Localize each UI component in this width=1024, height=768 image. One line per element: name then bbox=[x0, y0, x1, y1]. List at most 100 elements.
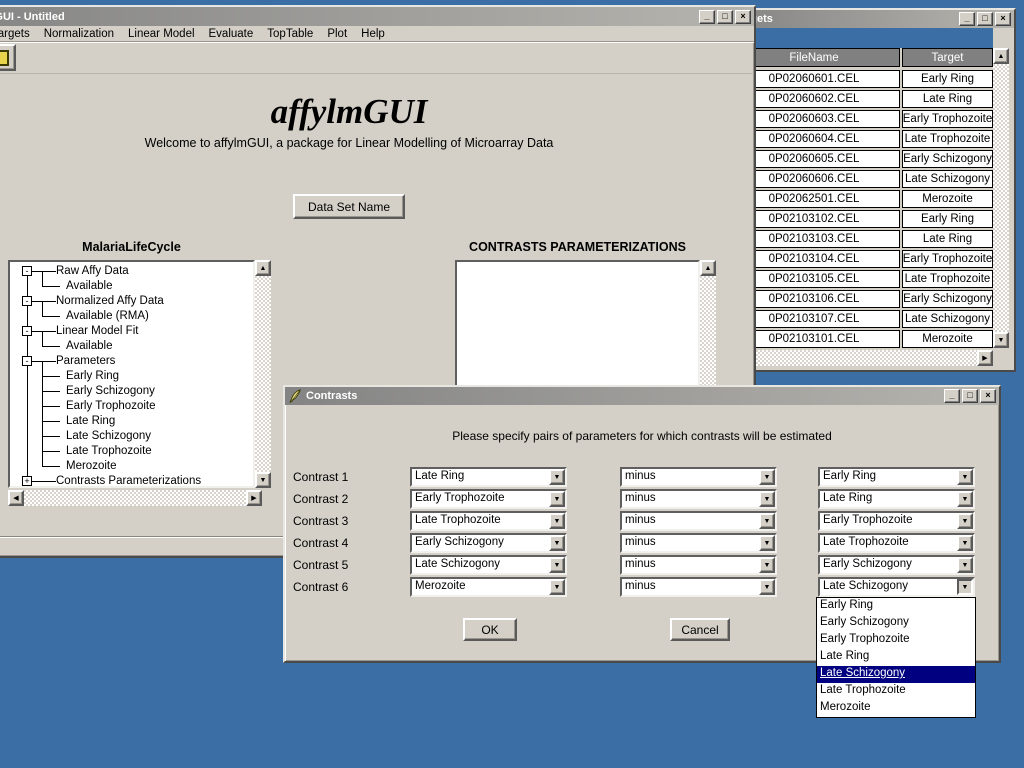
tree-item[interactable]: -Raw Affy Data bbox=[10, 264, 253, 279]
chevron-down-icon[interactable]: ▼ bbox=[549, 469, 565, 485]
scroll-down-icon[interactable]: ▼ bbox=[993, 332, 1009, 348]
table-row[interactable]: 0P02103103.CEL Late Ring bbox=[728, 228, 993, 248]
contrast-3-right-combo[interactable]: Early Trophozoite▼ bbox=[818, 511, 975, 531]
tree-item[interactable]: -Linear Model Fit bbox=[10, 324, 253, 339]
tree-item[interactable]: Late Trophozoite bbox=[10, 444, 253, 459]
table-row[interactable]: 0P02103104.CEL Early Trophozoite bbox=[728, 248, 993, 268]
tree-item[interactable]: Available bbox=[10, 279, 253, 294]
table-row[interactable]: 0P02103101.CEL Merozoite bbox=[728, 328, 993, 348]
table-row[interactable]: 0P02060606.CEL Late Schizogony bbox=[728, 168, 993, 188]
minimize-button[interactable]: _ bbox=[944, 389, 960, 403]
minimize-button[interactable]: _ bbox=[699, 10, 715, 24]
menu-normalization[interactable]: Normalization bbox=[37, 28, 121, 40]
data-set-name-button[interactable]: Data Set Name bbox=[293, 194, 405, 219]
chevron-down-icon[interactable]: ▼ bbox=[759, 557, 775, 573]
table-row[interactable]: 0P02062501.CEL Merozoite bbox=[728, 188, 993, 208]
chevron-down-icon[interactable]: ▼ bbox=[957, 513, 973, 529]
contrast-2-op-combo[interactable]: minus▼ bbox=[620, 489, 777, 509]
menu-evaluate[interactable]: Evaluate bbox=[202, 28, 261, 40]
contrasts-titlebar[interactable]: Contrasts _ □ × bbox=[285, 387, 999, 405]
menu-plot[interactable]: Plot bbox=[320, 28, 354, 40]
chevron-down-icon[interactable]: ▼ bbox=[759, 469, 775, 485]
table-row[interactable]: 0P02060601.CEL Early Ring bbox=[728, 68, 993, 88]
tree-item[interactable]: Early Ring bbox=[10, 369, 253, 384]
contrast-4-left-combo[interactable]: Early Schizogony▼ bbox=[410, 533, 567, 553]
targets-titlebar[interactable]: Targets _ □ × bbox=[728, 10, 1014, 28]
chevron-down-icon[interactable]: ▼ bbox=[957, 469, 973, 485]
menu-linear-model[interactable]: Linear Model bbox=[121, 28, 201, 40]
dropdown-option[interactable]: Merozoite bbox=[817, 700, 975, 717]
tree-item[interactable]: +Contrasts Parameterizations bbox=[10, 474, 253, 488]
contrast-5-right-combo[interactable]: Early Schizogony▼ bbox=[818, 555, 975, 575]
contrast-1-left-combo[interactable]: Late Ring▼ bbox=[410, 467, 567, 487]
close-button[interactable]: × bbox=[995, 12, 1011, 26]
contrast-5-op-combo[interactable]: minus▼ bbox=[620, 555, 777, 575]
chevron-down-icon[interactable]: ▼ bbox=[957, 491, 973, 507]
scroll-up-icon[interactable]: ▲ bbox=[993, 48, 1009, 64]
scroll-up-icon[interactable]: ▲ bbox=[255, 260, 271, 276]
tree-item[interactable]: Late Ring bbox=[10, 414, 253, 429]
chevron-down-icon[interactable]: ▼ bbox=[759, 535, 775, 551]
table-row[interactable]: 0P02060605.CEL Early Schizogony bbox=[728, 148, 993, 168]
chevron-down-icon[interactable]: ▼ bbox=[549, 579, 565, 595]
toolbar-new-button[interactable] bbox=[0, 44, 16, 71]
scroll-right-icon[interactable]: ▶ bbox=[246, 490, 262, 506]
column-header-target[interactable]: Target bbox=[902, 48, 993, 67]
tree-item[interactable]: Late Schizogony bbox=[10, 429, 253, 444]
chevron-down-icon[interactable]: ▼ bbox=[549, 557, 565, 573]
menu-help[interactable]: Help bbox=[354, 28, 392, 40]
tree-vertical-scrollbar[interactable]: ▲ ▼ bbox=[255, 260, 271, 488]
maximize-button[interactable]: □ bbox=[717, 10, 733, 24]
chevron-down-icon[interactable]: ▼ bbox=[549, 513, 565, 529]
table-row[interactable]: 0P02060604.CEL Late Trophozoite bbox=[728, 128, 993, 148]
dropdown-option-selected[interactable]: Late Schizogony bbox=[817, 666, 975, 683]
maximize-button[interactable]: □ bbox=[977, 12, 993, 26]
table-row[interactable]: 0P02103107.CEL Late Schizogony bbox=[728, 308, 993, 328]
chevron-down-icon[interactable]: ▼ bbox=[549, 535, 565, 551]
tree-expand-icon[interactable]: + bbox=[22, 476, 32, 486]
tree-expand-icon[interactable]: - bbox=[22, 296, 32, 306]
dropdown-option[interactable]: Early Ring bbox=[817, 598, 975, 615]
table-row[interactable]: 0P02103102.CEL Early Ring bbox=[728, 208, 993, 228]
contrast-1-op-combo[interactable]: minus▼ bbox=[620, 467, 777, 487]
tree-expand-icon[interactable]: - bbox=[22, 326, 32, 336]
contrast-2-left-combo[interactable]: Early Trophozoite▼ bbox=[410, 489, 567, 509]
chevron-down-icon[interactable]: ▼ bbox=[549, 491, 565, 507]
scroll-up-icon[interactable]: ▲ bbox=[700, 260, 716, 276]
scroll-right-icon[interactable]: ▶ bbox=[977, 350, 993, 366]
tree-item[interactable]: Available (RMA) bbox=[10, 309, 253, 324]
chevron-down-icon[interactable]: ▼ bbox=[759, 513, 775, 529]
tree-horizontal-scrollbar[interactable]: ◀ ▶ bbox=[8, 490, 262, 506]
close-button[interactable]: × bbox=[735, 10, 751, 24]
dropdown-option[interactable]: Late Trophozoite bbox=[817, 683, 975, 700]
tree-expand-icon[interactable]: - bbox=[22, 356, 32, 366]
tree-item[interactable]: Early Schizogony bbox=[10, 384, 253, 399]
dropdown-option[interactable]: Early Trophozoite bbox=[817, 632, 975, 649]
tree-item[interactable]: -Normalized Affy Data bbox=[10, 294, 253, 309]
contrast-6-right-combo[interactable]: Late Schizogony▼ bbox=[818, 577, 975, 597]
minimize-button[interactable]: _ bbox=[959, 12, 975, 26]
targets-horizontal-scrollbar[interactable]: ▶ bbox=[728, 350, 993, 366]
table-row[interactable]: 0P02060602.CEL Late Ring bbox=[728, 88, 993, 108]
scrollbar-track[interactable] bbox=[993, 64, 1009, 332]
contrast-2-right-combo[interactable]: Late Ring▼ bbox=[818, 489, 975, 509]
menu-targets[interactable]: Targets bbox=[0, 28, 37, 40]
main-titlebar[interactable]: affylmGUI - Untitled _ □ × bbox=[0, 7, 754, 26]
cancel-button[interactable]: Cancel bbox=[670, 618, 730, 641]
contrast-3-op-combo[interactable]: minus▼ bbox=[620, 511, 777, 531]
menu-toptable[interactable]: TopTable bbox=[260, 28, 320, 40]
tree-item[interactable]: Early Trophozoite bbox=[10, 399, 253, 414]
table-row[interactable]: 0P02060603.CEL Early Trophozoite bbox=[728, 108, 993, 128]
scrollbar-track[interactable] bbox=[24, 490, 246, 506]
tree-item[interactable]: Available bbox=[10, 339, 253, 354]
contrast-4-right-combo[interactable]: Late Trophozoite▼ bbox=[818, 533, 975, 553]
contrast-3-left-combo[interactable]: Late Trophozoite▼ bbox=[410, 511, 567, 531]
contrast-6-op-combo[interactable]: minus▼ bbox=[620, 577, 777, 597]
tree-item[interactable]: -Parameters bbox=[10, 354, 253, 369]
dropdown-option[interactable]: Late Ring bbox=[817, 649, 975, 666]
contrast-1-right-combo[interactable]: Early Ring▼ bbox=[818, 467, 975, 487]
dropdown-option[interactable]: Early Schizogony bbox=[817, 615, 975, 632]
chevron-down-icon[interactable]: ▼ bbox=[759, 491, 775, 507]
tree-item[interactable]: Merozoite bbox=[10, 459, 253, 474]
chevron-down-icon[interactable]: ▼ bbox=[759, 579, 775, 595]
